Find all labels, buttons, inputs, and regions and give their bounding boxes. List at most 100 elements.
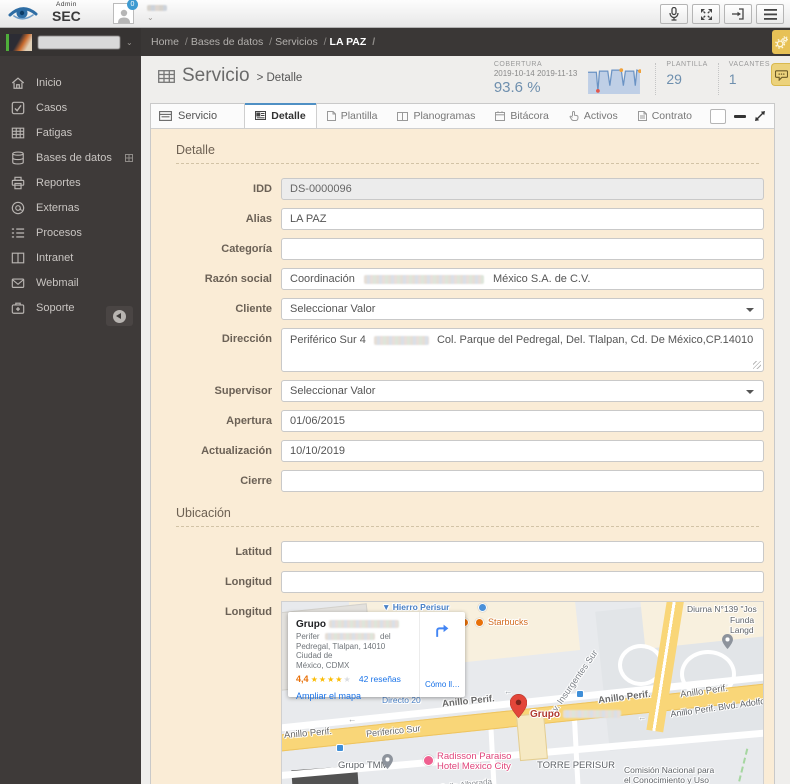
field-label: Categoría: [221, 243, 272, 255]
app-logo[interactable]: Admin SEC: [8, 1, 81, 24]
directions-action[interactable]: Cómo ll…: [419, 612, 465, 697]
sidebar-item-procesos[interactable]: Procesos: [0, 220, 141, 245]
hand-pointer-icon: [569, 111, 579, 121]
person-icon: [117, 9, 130, 23]
map-label-torre: TORRE PERISUR: [537, 760, 615, 771]
field-label: Longitud: [224, 576, 272, 588]
card-icon: [255, 111, 267, 120]
envelope-icon: [11, 277, 25, 288]
logo-text: Admin SEC: [52, 1, 81, 24]
section-divider: [176, 163, 759, 164]
tab-plantilla[interactable]: Plantilla: [317, 104, 388, 128]
collapse-panel-icon[interactable]: [734, 114, 746, 118]
menu-button[interactable]: [756, 4, 784, 24]
field-row-map: Longitud ▼ Hierro Perisur Starbucks Av. …: [151, 601, 764, 784]
tab-planogramas[interactable]: Planogramas: [387, 104, 485, 128]
redacted-text: [562, 710, 621, 719]
hotel-pin: [423, 755, 434, 766]
cliente-select[interactable]: Seleccionar Valor: [281, 298, 764, 320]
menu-icon: [763, 8, 777, 20]
chevron-down-icon: ⌄: [126, 37, 133, 47]
star-icons: ★★★★★: [310, 675, 352, 684]
sidebar-item-label: Bases de datos: [36, 151, 112, 164]
supervisor-select[interactable]: Seleccionar Valor: [281, 380, 764, 402]
longitud-input[interactable]: [281, 571, 764, 593]
topbar: Admin SEC 0 ⌄: [0, 0, 790, 28]
map-label-starbucks: Starbucks: [488, 617, 529, 627]
sidebar-item-intranet[interactable]: Intranet: [0, 245, 141, 270]
alias-input[interactable]: [281, 208, 764, 230]
page-subtitle: > Detalle: [256, 72, 303, 84]
apertura-input[interactable]: [281, 410, 764, 432]
sidebar-item-label: Procesos: [36, 226, 82, 239]
redacted-text: [324, 633, 375, 641]
sidebar-item-externas[interactable]: Externas: [0, 195, 141, 220]
reviews-link[interactable]: 42 reseñas: [359, 674, 401, 684]
map-embed[interactable]: ▼ Hierro Perisur Starbucks Av. Insurgent…: [281, 601, 764, 784]
categoria-input[interactable]: [281, 238, 764, 260]
microphone-icon: [669, 7, 679, 21]
app-window: Admin SEC 0 ⌄ ⌄ Inicio Casos Fatigas Bas…: [0, 0, 790, 784]
razon-social-input[interactable]: Coordinación México S.A. de C.V.: [281, 268, 764, 290]
cierre-input[interactable]: [281, 470, 764, 492]
sidebar-item-inicio[interactable]: Inicio: [0, 70, 141, 95]
columns-icon: [11, 252, 25, 263]
transit-station-icon: [576, 690, 584, 698]
field-row-cliente: Cliente Seleccionar Valor: [151, 298, 764, 320]
microphone-button[interactable]: [660, 4, 688, 24]
at-icon: [11, 201, 25, 214]
panel-controls: [702, 104, 774, 128]
idd-input[interactable]: [281, 178, 764, 200]
sidebar-item-reportes[interactable]: Reportes: [0, 170, 141, 195]
signout-button[interactable]: [724, 4, 752, 24]
stat-cobertura: COBERTURA 2019-10-14 2019-11-13 93.6 %: [494, 61, 577, 96]
panel-header: Servicio Detalle Plantilla Planogramas B…: [151, 103, 774, 129]
breadcrumb-servicios[interactable]: Servicios: [275, 36, 329, 48]
map-label-langd: Langd: [730, 625, 754, 635]
header-stats: COBERTURA 2019-10-14 2019-11-13 93.6 % P…: [494, 61, 770, 96]
sidebar-item-casos[interactable]: Casos: [0, 95, 141, 120]
medkit-icon: [11, 302, 25, 314]
settings-button[interactable]: [772, 30, 790, 54]
sidebar-item-webmail[interactable]: Webmail: [0, 270, 141, 295]
breadcrumb-bases[interactable]: Bases de datos: [191, 36, 275, 48]
notification-badge: 0: [127, 0, 138, 10]
map-card-address: Perifer del Pedregal, Tlalpan, 14010 Ciu…: [296, 632, 391, 670]
user-menu[interactable]: ⌄: [147, 5, 167, 22]
tab-bitacora[interactable]: Bitácora: [485, 104, 559, 128]
actualizacion-input[interactable]: [281, 440, 764, 462]
breadcrumb-home[interactable]: Home: [151, 36, 191, 48]
map-label-alborada: Calle Alborada: [440, 777, 493, 784]
field-label: Longitud: [224, 606, 272, 618]
expand-panel-icon[interactable]: [754, 110, 766, 122]
gears-icon: [774, 35, 788, 49]
sidebar-item-bases-de-datos[interactable]: Bases de datos: [0, 145, 141, 170]
user-avatar[interactable]: 0: [113, 0, 138, 24]
stat-dates: 2019-10-14 2019-11-13: [493, 69, 578, 78]
redacted-text: [363, 274, 484, 284]
grid-icon: [158, 69, 175, 83]
tab-activos[interactable]: Activos: [559, 104, 628, 128]
sidebar-collapse-button[interactable]: [106, 306, 133, 326]
directions-icon: [436, 624, 449, 637]
redacted-text: [373, 335, 429, 345]
username-redacted: [147, 5, 167, 11]
panel-square-button[interactable]: [710, 108, 726, 124]
stat-vacantes: VACANTES 1: [729, 61, 770, 87]
sidebar-item-label: Externas: [36, 201, 80, 214]
feedback-button[interactable]: [771, 63, 790, 86]
sidebar-item-fatigas[interactable]: Fatigas: [0, 120, 141, 145]
map-info-card: Grupo Perifer del Pedregal, Tlalpan, 140…: [288, 612, 465, 701]
sidebar-user[interactable]: ⌄: [0, 28, 141, 56]
expand-map-link[interactable]: Ampliar el mapa: [296, 691, 361, 701]
breadcrumb-current: LA PAZ: [330, 36, 379, 48]
field-label: Cierre: [240, 475, 272, 487]
field-label: Supervisor: [214, 385, 272, 397]
fullscreen-button[interactable]: [692, 4, 720, 24]
map-pin-red[interactable]: [510, 694, 527, 718]
tab-detalle[interactable]: Detalle: [244, 103, 317, 128]
calendar-icon: [495, 111, 506, 121]
latitud-input[interactable]: [281, 541, 764, 563]
direccion-textarea[interactable]: Periférico Sur 4 Col. Parque del Pedrega…: [281, 328, 764, 372]
tab-contrato[interactable]: Contrato: [628, 104, 702, 128]
